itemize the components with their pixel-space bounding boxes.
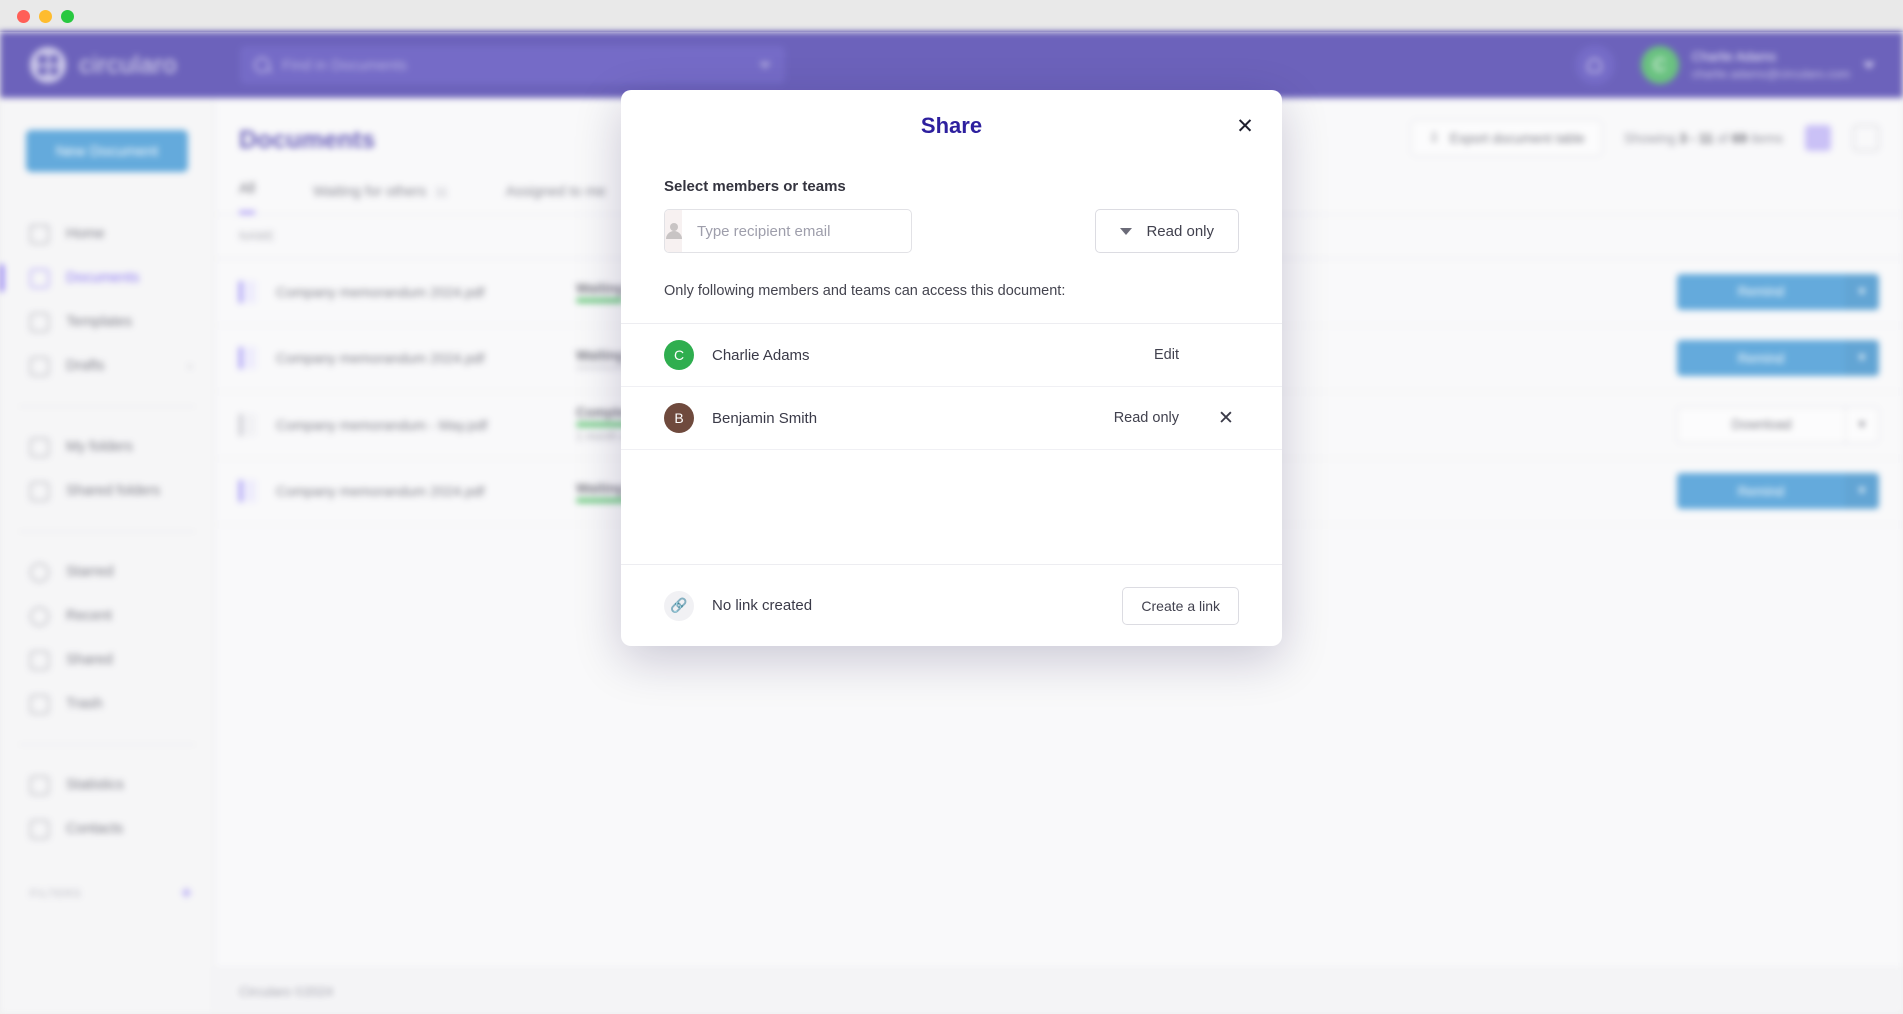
window-close-button[interactable]: [17, 10, 30, 23]
member-role[interactable]: Edit: [1154, 347, 1179, 363]
permission-label: Read only: [1146, 223, 1214, 240]
member-name: Benjamin Smith: [712, 410, 817, 427]
dialog-header: Share ✕: [621, 90, 1282, 162]
create-link-button[interactable]: Create a link: [1122, 587, 1239, 625]
modal-overlay[interactable]: Share ✕ Select members or teams Read onl…: [0, 32, 1903, 1014]
share-dialog: Share ✕ Select members or teams Read onl…: [621, 90, 1282, 646]
recipient-email-input[interactable]: [682, 223, 911, 240]
remove-member-button[interactable]: ✕: [1213, 407, 1239, 430]
select-members-label: Select members or teams: [664, 178, 1239, 195]
link-icon: 🔗: [664, 591, 694, 621]
close-icon[interactable]: ✕: [1232, 113, 1258, 139]
window-title-bar: [0, 0, 1903, 32]
permission-dropdown-button[interactable]: Read only: [1095, 209, 1239, 253]
members-list: C Charlie Adams Edit ✕ B Benjamin Smith …: [621, 323, 1282, 564]
select-members-row: Read only: [664, 209, 1239, 253]
list-item[interactable]: C Charlie Adams Edit ✕: [621, 324, 1282, 387]
avatar: B: [664, 403, 694, 433]
link-status-text: No link created: [712, 597, 812, 614]
access-notice: Only following members and teams can acc…: [621, 283, 1282, 323]
dialog-title: Share: [921, 113, 982, 139]
avatar: C: [664, 340, 694, 370]
chevron-down-icon: [1120, 228, 1132, 235]
window-maximize-button[interactable]: [61, 10, 74, 23]
select-members-section: Select members or teams Read only: [621, 162, 1282, 283]
person-icon-box: [665, 210, 682, 252]
list-item[interactable]: B Benjamin Smith Read only ✕: [621, 387, 1282, 450]
dialog-footer: 🔗 No link created Create a link: [621, 564, 1282, 646]
person-icon: [665, 223, 682, 240]
recipient-field[interactable]: [664, 209, 912, 253]
member-name: Charlie Adams: [712, 347, 810, 364]
member-role[interactable]: Read only: [1114, 410, 1179, 426]
window-minimize-button[interactable]: [39, 10, 52, 23]
